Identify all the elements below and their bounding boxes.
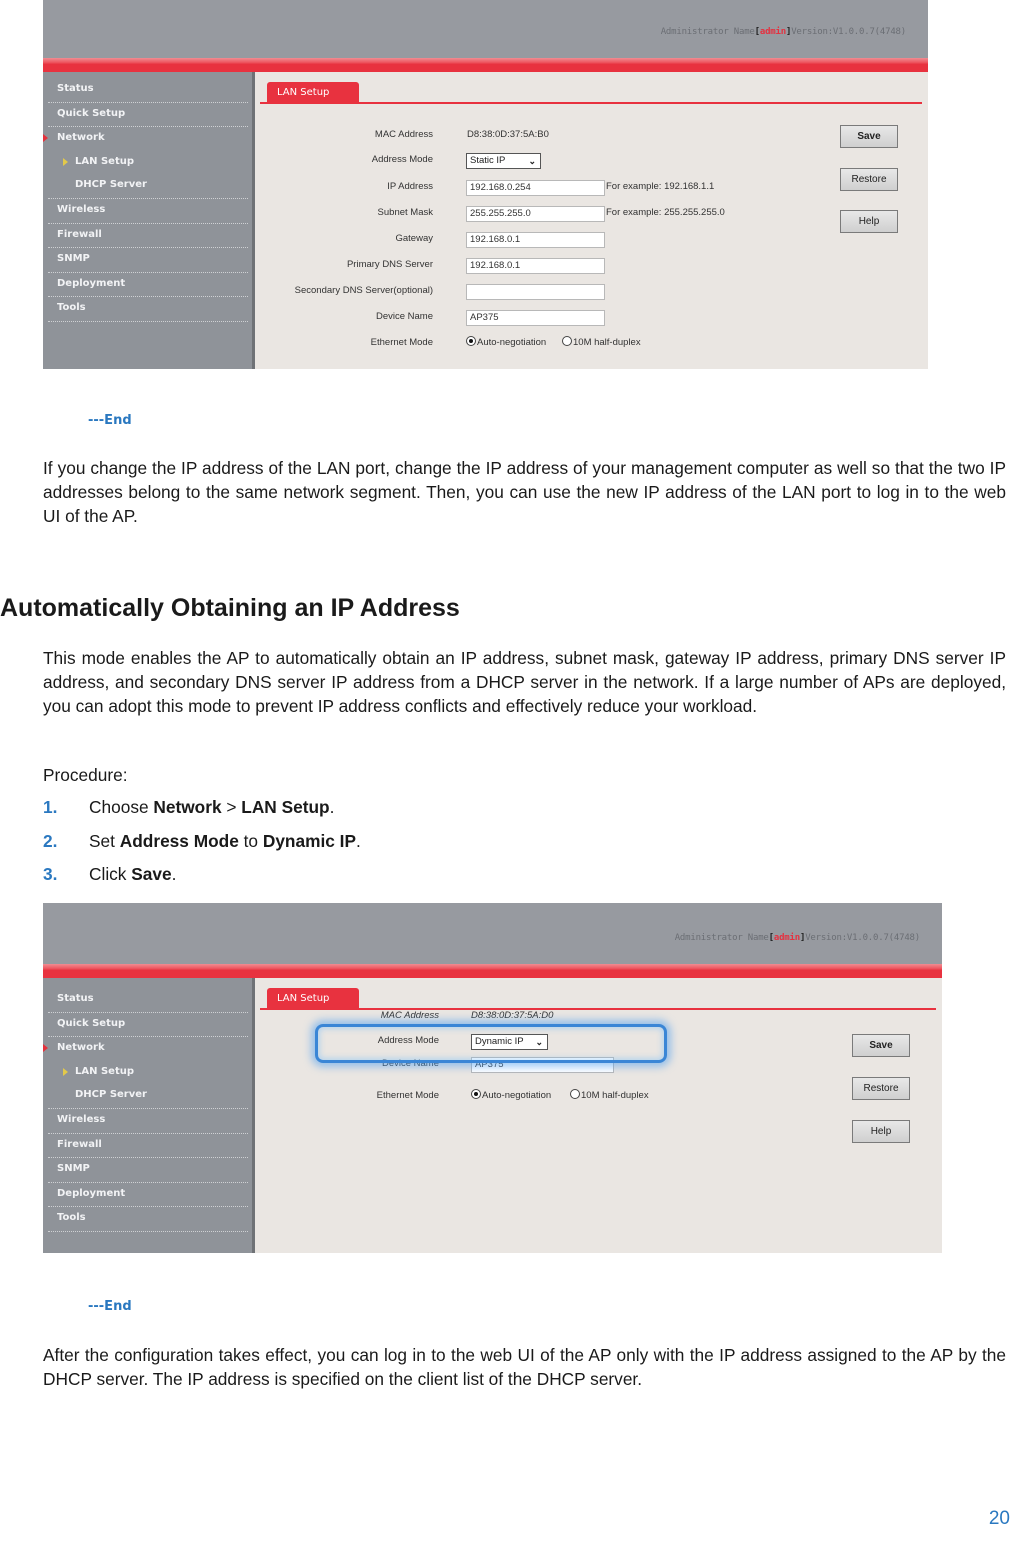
sidebar-item-quick-setup[interactable]: Quick Setup — [48, 103, 248, 128]
subnet-mask-input[interactable]: 255.255.255.0 — [466, 206, 605, 222]
content-area: LAN Setup MAC Address D8:38:0D:37:5A:D0 … — [255, 978, 942, 1253]
step-3: 3. Click Save. — [43, 864, 177, 884]
subnet-mask-hint: For example: 255.255.255.0 — [606, 207, 725, 218]
router-screenshot-static-ip: Administrator Name[admin]Version:V1.0.0.… — [43, 0, 928, 369]
sidebar-item-wireless[interactable]: Wireless — [48, 1109, 248, 1134]
sidebar-item-snmp[interactable]: SNMP — [48, 248, 248, 273]
active-arrow-icon — [43, 1044, 48, 1053]
secondary-dns-label: Secondary DNS Server(optional) — [294, 285, 433, 296]
section-heading: Automatically Obtaining an IP Address — [0, 594, 460, 622]
gateway-label: Gateway — [395, 233, 434, 244]
paragraph-after-configuration: After the configuration takes effect, yo… — [43, 1345, 1006, 1389]
gateway-input[interactable]: 192.168.0.1 — [466, 232, 605, 248]
ethernet-mode-label: Ethernet Mode — [370, 337, 433, 348]
primary-dns-input[interactable]: 192.168.0.1 — [466, 258, 605, 274]
current-arrow-icon — [63, 1067, 68, 1076]
sidebar-item-lan-setup[interactable]: LAN Setup — [48, 1061, 248, 1085]
content-area: LAN Setup MAC Address D8:38:0D:37:5A:B0 … — [255, 72, 928, 369]
router-header: Administrator Name[admin]Version:V1.0.0.… — [43, 903, 942, 964]
restore-button[interactable]: Restore — [840, 168, 898, 191]
sidebar-item-status[interactable]: Status — [48, 78, 248, 103]
ip-address-hint: For example: 192.168.1.1 — [606, 181, 715, 192]
end-marker: ---End — [88, 1299, 132, 1314]
address-mode-highlight — [315, 1024, 667, 1063]
admin-info: Administrator Name[admin]Version:V1.0.0.… — [660, 27, 906, 37]
sidebar-item-tools[interactable]: Tools — [48, 1207, 248, 1232]
sidebar-item-network[interactable]: Network — [43, 127, 248, 151]
current-arrow-icon — [63, 157, 68, 166]
firmware-version: Version:V1.0.0.7(4748) — [805, 933, 920, 943]
help-button[interactable]: Help — [840, 210, 898, 233]
sidebar-item-quick-setup[interactable]: Quick Setup — [48, 1013, 248, 1038]
mac-address-label: MAC Address — [374, 129, 433, 140]
paragraph-lan-ip-change: If you change the IP address of the LAN … — [43, 458, 1006, 526]
help-button[interactable]: Help — [852, 1120, 910, 1143]
mac-address-value: D8:38:0D:37:5A:D0 — [471, 1010, 554, 1021]
radio-unchecked-icon — [570, 1089, 580, 1099]
radio-auto-negotiation[interactable]: Auto-negotiation — [466, 334, 546, 352]
paragraph-dynamic-ip-intro: This mode enables the AP to automaticall… — [43, 648, 1006, 716]
sidebar-item-status[interactable]: Status — [48, 988, 248, 1013]
admin-prefix: Administrator Name — [660, 27, 755, 37]
sidebar-item-deployment[interactable]: Deployment — [48, 273, 248, 298]
sidebar-item-dhcp-server[interactable]: DHCP Server — [48, 174, 248, 199]
address-mode-label: Address Mode — [371, 154, 433, 165]
end-marker: ---End — [88, 413, 132, 428]
admin-name: admin — [773, 933, 800, 943]
router-header: Administrator Name[admin]Version:V1.0.0.… — [43, 0, 928, 58]
ip-address-label: IP Address — [387, 181, 433, 192]
tab-lan-setup[interactable]: LAN Setup — [267, 988, 359, 1009]
restore-button[interactable]: Restore — [852, 1077, 910, 1100]
sidebar-item-snmp[interactable]: SNMP — [48, 1158, 248, 1183]
radio-10m-half-duplex[interactable]: 10M half-duplex — [562, 334, 641, 352]
subnet-mask-label: Subnet Mask — [377, 207, 433, 218]
sidebar-item-wireless[interactable]: Wireless — [48, 199, 248, 224]
sidebar-item-firewall[interactable]: Firewall — [48, 1134, 248, 1159]
sidebar-item-firewall[interactable]: Firewall — [48, 224, 248, 249]
chevron-down-icon: ⌄ — [528, 156, 536, 166]
admin-name: admin — [759, 27, 786, 37]
secondary-dns-input[interactable] — [466, 284, 605, 300]
sidebar: Status Quick Setup Network LAN Setup DHC… — [43, 72, 255, 369]
radio-auto-negotiation[interactable]: Auto-negotiation — [471, 1087, 551, 1105]
header-red-bar — [43, 58, 928, 72]
address-mode-select[interactable]: Static IP ⌄ — [466, 153, 541, 169]
sidebar-item-tools[interactable]: Tools — [48, 297, 248, 322]
mac-address-value: D8:38:0D:37:5A:B0 — [467, 129, 549, 140]
radio-10m-half-duplex[interactable]: 10M half-duplex — [570, 1087, 649, 1105]
step-2: 2. Set Address Mode to Dynamic IP. — [43, 831, 361, 851]
procedure-label: Procedure: — [43, 765, 128, 785]
sidebar: Status Quick Setup Network LAN Setup DHC… — [43, 978, 255, 1253]
header-red-bar — [43, 964, 942, 978]
firmware-version: Version:V1.0.0.7(4748) — [791, 27, 906, 37]
tab-lan-setup[interactable]: LAN Setup — [267, 82, 359, 103]
mac-address-label: MAC Address — [380, 1010, 439, 1021]
save-button[interactable]: Save — [840, 125, 898, 148]
ip-address-input[interactable]: 192.168.0.254 — [466, 180, 605, 196]
active-arrow-icon — [43, 134, 48, 143]
radio-checked-icon — [471, 1089, 481, 1099]
radio-unchecked-icon — [562, 336, 572, 346]
sidebar-item-deployment[interactable]: Deployment — [48, 1183, 248, 1208]
radio-checked-icon — [466, 336, 476, 346]
router-screenshot-dynamic-ip: Administrator Name[admin]Version:V1.0.0.… — [43, 903, 942, 1253]
sidebar-item-dhcp-server[interactable]: DHCP Server — [48, 1084, 248, 1109]
primary-dns-label: Primary DNS Server — [346, 259, 433, 270]
tab-underline — [260, 102, 922, 104]
save-button[interactable]: Save — [852, 1034, 910, 1057]
device-name-label: Device Name — [375, 311, 433, 322]
sidebar-item-network[interactable]: Network — [43, 1037, 248, 1061]
admin-info: Administrator Name[admin]Version:V1.0.0.… — [674, 933, 920, 943]
step-1: 1. Choose Network > LAN Setup. — [43, 797, 335, 817]
device-name-input[interactable]: AP375 — [466, 310, 605, 326]
page-number: 20 — [988, 1508, 1010, 1529]
ethernet-mode-label: Ethernet Mode — [376, 1090, 439, 1101]
sidebar-item-lan-setup[interactable]: LAN Setup — [48, 151, 248, 175]
